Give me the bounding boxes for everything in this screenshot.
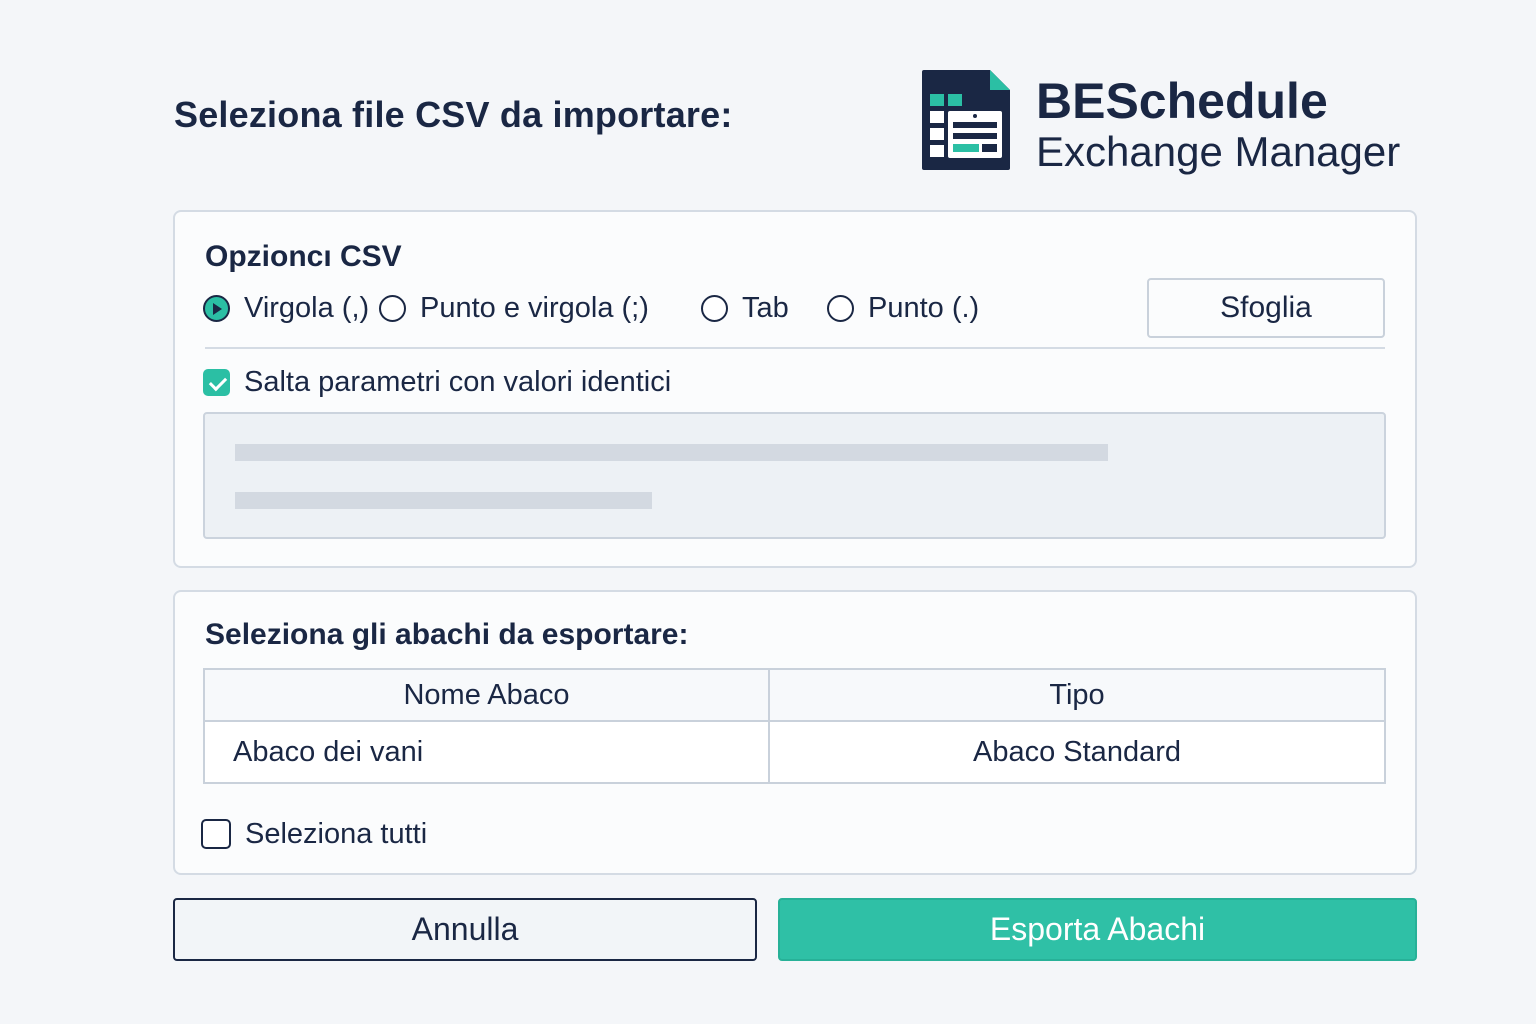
checkbox-checked-icon	[203, 368, 230, 396]
import-title: Seleziona file CSV da importare:	[174, 94, 733, 135]
brand-subtitle: Exchange Manager	[1036, 128, 1401, 175]
cancel-button[interactable]: Annulla	[173, 898, 757, 961]
table-header-row: Nome Abaco Tipo	[203, 668, 1386, 722]
file-preview-area	[203, 412, 1386, 539]
browse-button[interactable]: Sfoglia	[1147, 278, 1385, 338]
radio-checked-icon	[203, 294, 230, 322]
schedule-document-icon	[922, 70, 1010, 170]
csv-import-dialog: Seleziona file CSV da importare: BESched…	[0, 0, 1536, 1024]
radio-label: Tab	[742, 291, 789, 324]
schedules-panel: Seleziona gli abachi da esportare: Nome …	[173, 590, 1417, 875]
radio-unchecked-icon	[827, 294, 854, 322]
radio-label: Punto e virgola (;)	[420, 291, 649, 324]
csv-options-title: Opzioncı CSV	[205, 240, 402, 273]
radio-separator-comma[interactable]: Virgola (,)	[203, 288, 369, 328]
select-all-checkbox[interactable]: Seleziona tutti	[201, 814, 427, 854]
select-all-label: Seleziona tutti	[245, 817, 428, 850]
radio-separator-tab[interactable]: Tab	[701, 288, 789, 328]
schedules-table: Nome Abaco Tipo Abaco dei vani Abaco Sta…	[203, 668, 1386, 784]
skip-identical-checkbox[interactable]: Salta parametri con valori identici	[203, 362, 671, 402]
radio-unchecked-icon	[379, 294, 406, 322]
divider	[205, 347, 1385, 349]
radio-separator-period[interactable]: Punto (.)	[827, 288, 979, 328]
column-header-name[interactable]: Nome Abaco	[203, 668, 770, 722]
cell-schedule-type[interactable]: Abaco Standard	[768, 720, 1386, 784]
radio-separator-semicolon[interactable]: Punto e virgola (;)	[379, 288, 649, 328]
schedules-title: Seleziona gli abachi da esportare:	[205, 618, 689, 651]
brand-header: BESchedule Exchange Manager	[920, 68, 1440, 178]
radio-label: Virgola (,)	[244, 291, 370, 324]
checkbox-unchecked-icon	[201, 819, 231, 849]
brand-name: BESchedule	[1036, 73, 1328, 129]
column-header-type[interactable]: Tipo	[768, 668, 1386, 722]
radio-label: Punto (.)	[868, 291, 980, 324]
placeholder-line	[235, 444, 1108, 461]
cell-schedule-name[interactable]: Abaco dei vani	[203, 720, 770, 784]
skip-identical-label: Salta parametri con valori identici	[244, 365, 672, 398]
table-row[interactable]: Abaco dei vani Abaco Standard	[203, 720, 1386, 784]
placeholder-line	[235, 492, 652, 509]
radio-unchecked-icon	[701, 294, 728, 322]
export-schedules-button[interactable]: Esporta Abachi	[778, 898, 1417, 961]
csv-options-panel: Opzioncı CSV Virgola (,) Punto e virgola…	[173, 210, 1417, 568]
separator-radio-group: Virgola (,) Punto e virgola (;) Tab Punt…	[203, 288, 1103, 328]
